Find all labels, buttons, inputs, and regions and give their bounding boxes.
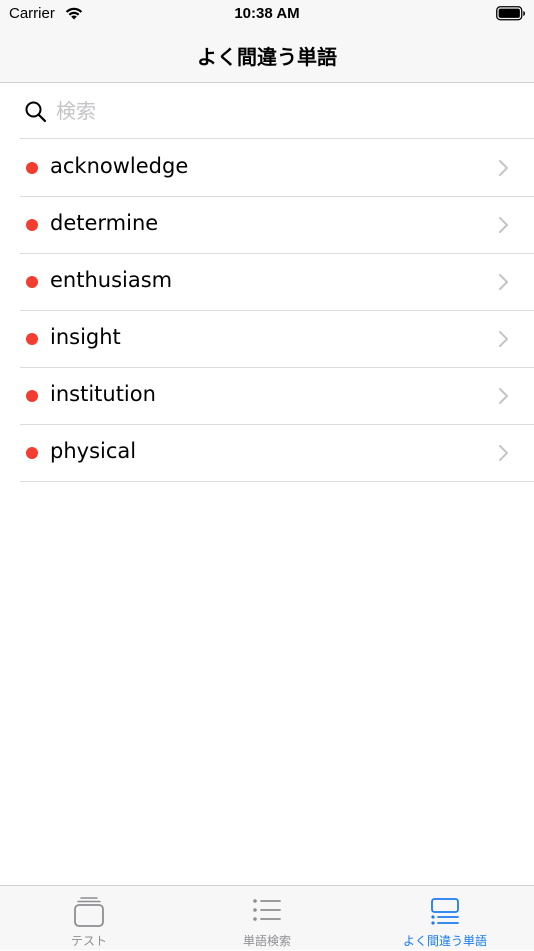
red-dot-icon xyxy=(26,219,38,231)
search-input[interactable] xyxy=(56,94,496,128)
row-separator xyxy=(20,481,534,482)
red-dot-icon xyxy=(26,276,38,288)
navigation-bar: よく間違う単語 xyxy=(0,28,534,83)
chevron-right-icon xyxy=(498,330,510,348)
word-list: acknowledge determine enthusiasm insight… xyxy=(0,140,534,482)
chevron-right-icon xyxy=(498,387,510,405)
chevron-right-icon xyxy=(498,444,510,462)
tab-frequently-mistaken[interactable]: よく間違う単語 xyxy=(356,886,534,951)
list-item[interactable]: insight xyxy=(0,311,534,368)
tab-word-search[interactable]: 単語検索 xyxy=(178,886,356,951)
tab-label: テスト xyxy=(70,934,107,948)
list-item[interactable]: enthusiasm xyxy=(0,254,534,311)
cards-icon xyxy=(74,897,104,927)
word-label: institution xyxy=(50,382,156,406)
chevron-right-icon xyxy=(498,159,510,177)
status-bar: Carrier 10:38 AM xyxy=(0,0,534,28)
bookmark-list-icon xyxy=(431,898,459,925)
word-label: insight xyxy=(50,325,121,349)
battery-icon xyxy=(496,6,526,21)
word-label: acknowledge xyxy=(50,154,189,178)
list-item[interactable]: determine xyxy=(0,197,534,254)
list-item[interactable]: acknowledge xyxy=(0,140,534,197)
tab-label: よく間違う単語 xyxy=(402,934,487,948)
tab-test[interactable]: テスト xyxy=(0,886,178,951)
list-icon xyxy=(253,899,281,921)
search-bar[interactable] xyxy=(20,84,534,139)
word-label: enthusiasm xyxy=(50,268,173,292)
red-dot-icon xyxy=(26,447,38,459)
tab-bar: テスト 単語検索 よく間違う単語 xyxy=(0,885,534,950)
status-time: 10:38 AM xyxy=(234,5,300,22)
chevron-right-icon xyxy=(498,216,510,234)
tab-label: 単語検索 xyxy=(242,934,291,948)
search-icon xyxy=(24,100,48,124)
word-label: physical xyxy=(50,439,137,463)
page-title: よく間違う単語 xyxy=(197,45,337,69)
chevron-right-icon xyxy=(498,273,510,291)
red-dot-icon xyxy=(26,162,38,174)
list-item[interactable]: institution xyxy=(0,368,534,425)
red-dot-icon xyxy=(26,390,38,402)
list-item[interactable]: physical xyxy=(0,425,534,482)
word-label: determine xyxy=(50,211,159,235)
red-dot-icon xyxy=(26,333,38,345)
